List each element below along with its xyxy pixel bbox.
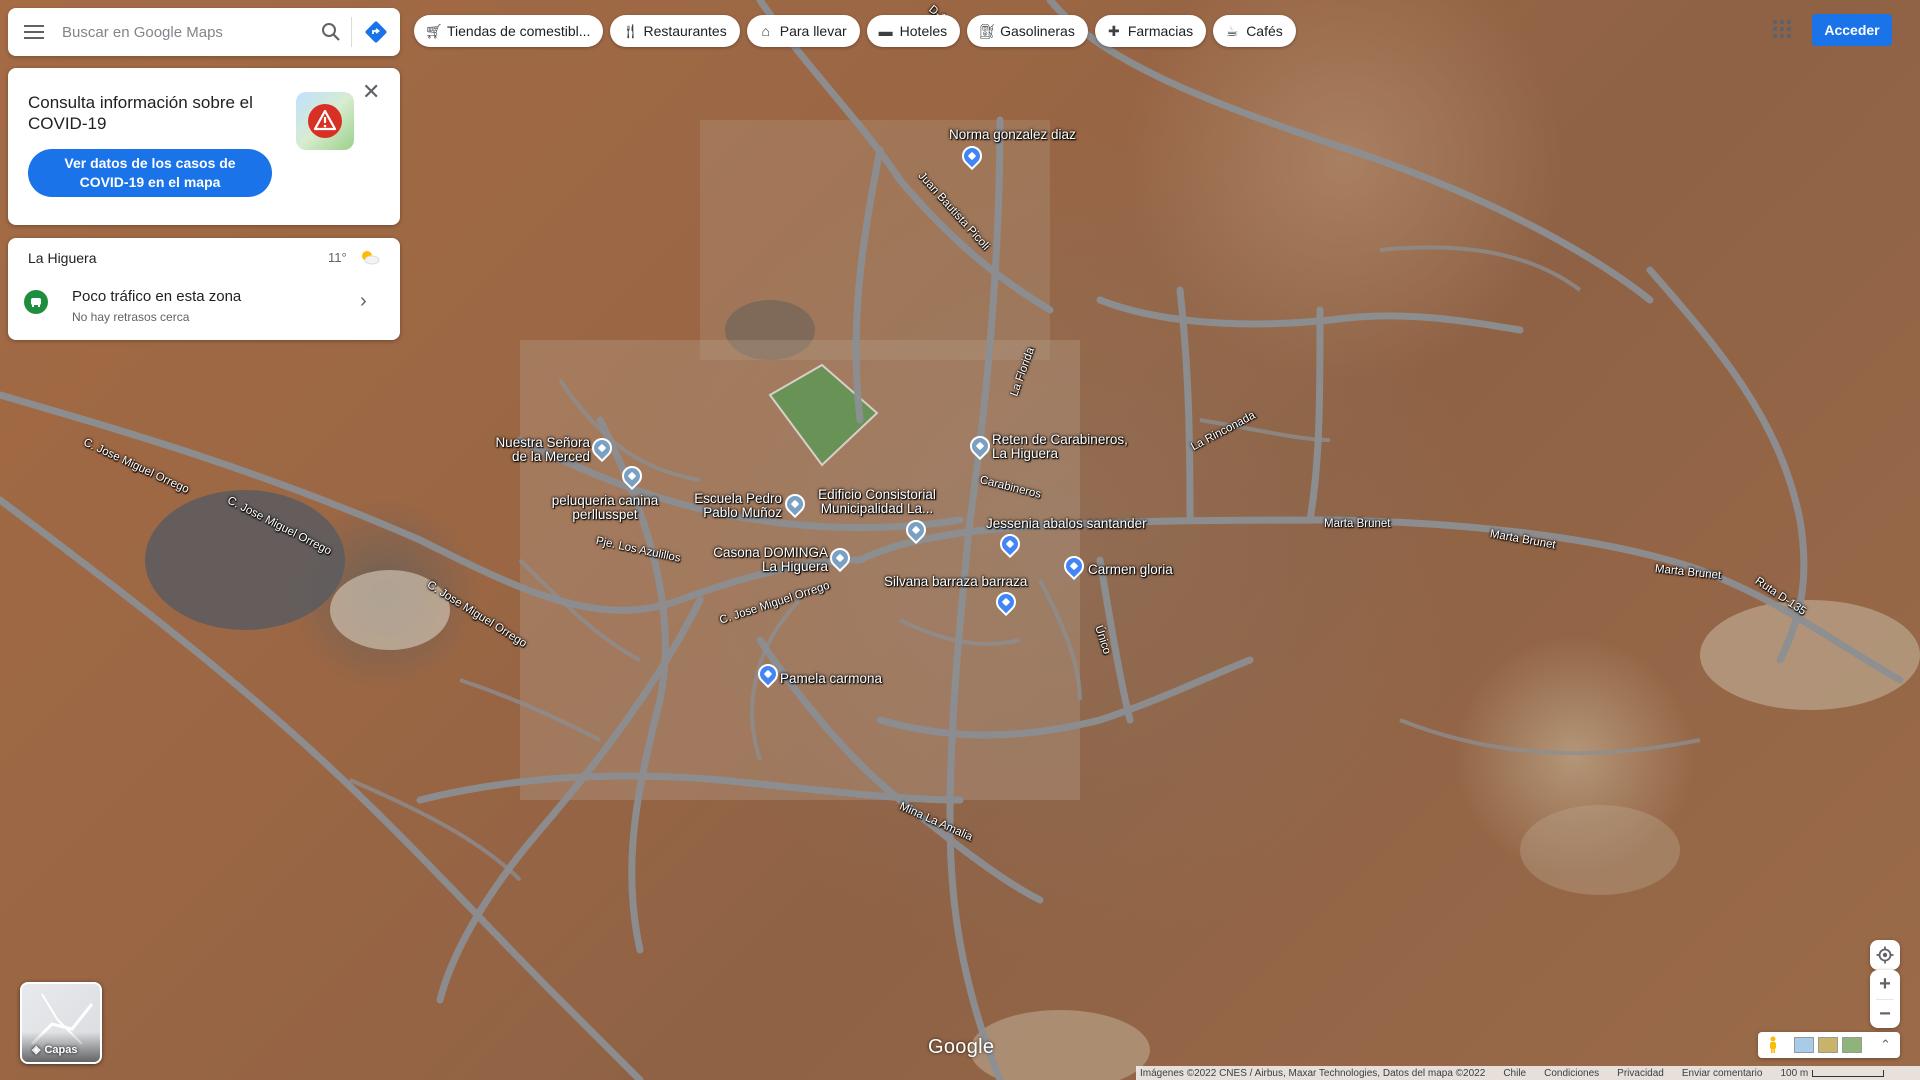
place-label[interactable]: Casona DOMINGA La Higuera [706,546,828,574]
traffic-status: Poco tráfico en esta zona [72,288,242,305]
directions-icon [365,21,387,43]
privacy-link[interactable]: Privacidad [1617,1068,1664,1079]
apps-grid-button[interactable] [1773,20,1791,38]
imagery-strip: ⌃ [1758,1032,1900,1058]
covid-card-title: Consulta información sobre el COVID-19 [28,93,253,133]
close-button[interactable]: ✕ [362,79,381,104]
layers-label: Capas [44,1043,78,1056]
warning-icon [308,104,342,138]
gas-station-icon: ⛽︎ [978,22,996,39]
chip-label: Restaurantes [643,23,727,39]
road-label: Marta Brunet [1324,518,1391,530]
imagery-thumbnail[interactable] [1794,1037,1814,1053]
pharmacy-icon: ✚ [1107,22,1120,39]
traffic-icon [24,290,48,314]
search-button[interactable] [311,8,351,56]
zoom-in-button[interactable]: + [1870,970,1900,999]
place-label[interactable]: Silvana barraza barraza [884,575,1027,589]
chip-gas-stations[interactable]: ⛽︎ Gasolineras [967,15,1088,47]
chip-label: Hoteles [899,23,948,39]
layers-icon: ◈ [32,1044,41,1056]
terms-link[interactable]: Condiciones [1544,1068,1599,1079]
chip-takeout[interactable]: ⌂ Para llevar [746,15,860,47]
my-location-button[interactable] [1870,940,1900,970]
chip-label: Para llevar [779,23,847,39]
map-footer: Imágenes ©2022 CNES / Airbus, Maxar Tech… [1136,1066,1920,1080]
category-chips: 🛒︎ Tiendas de comestibl... 🍴︎ Restaurant… [414,15,1296,47]
scale-label: 100 m [1780,1067,1809,1079]
location-name: La Higuera [28,250,97,266]
attribution-text: Imágenes ©2022 CNES / Airbus, Maxar Tech… [1140,1067,1486,1079]
chip-label: Gasolineras [1000,23,1075,39]
partly-cloudy-icon [362,251,380,265]
country-link[interactable]: Chile [1503,1068,1526,1079]
place-label[interactable]: Nuestra Señora de la Merced [488,436,590,464]
chip-pharmacies[interactable]: ✚ Farmacias [1094,15,1207,47]
search-input[interactable] [60,11,311,53]
covid-info-card: Consulta información sobre el COVID-19 ✕… [8,68,400,225]
place-label[interactable]: Escuela Pedro Pablo Muñoz [690,492,782,520]
chip-coffee[interactable]: ☕︎ Cafés [1213,15,1296,47]
sign-in-button[interactable]: Acceder [1812,14,1892,46]
restaurant-icon: 🍴︎ [621,22,640,39]
search-box [8,8,400,56]
place-label[interactable]: Reten de Carabineros, La Higuera [992,433,1142,461]
covid-data-button[interactable]: Ver datos de los casos de COVID-19 en el… [28,149,272,197]
place-label[interactable]: Carmen gloria [1088,563,1173,577]
google-logo: Google [928,1036,995,1058]
place-label[interactable]: Pamela carmona [780,672,882,686]
traffic-detail: No hay retrasos cerca [72,310,190,324]
feedback-link[interactable]: Enviar comentario [1682,1068,1763,1079]
place-label[interactable]: peluqueria canina perllusspet [542,494,668,522]
coffee-icon: ☕︎ [1225,22,1239,39]
place-label[interactable]: Edificio Consistorial Municipalidad La..… [812,488,942,516]
search-icon [322,23,340,41]
close-icon: ✕ [362,79,381,104]
imagery-thumbnail[interactable] [1818,1037,1838,1053]
imagery-thumbnail[interactable] [1842,1037,1862,1053]
menu-icon [24,25,44,39]
chevron-right-icon[interactable]: › [360,290,367,313]
menu-button[interactable] [8,8,60,56]
directions-button[interactable] [352,8,400,56]
temperature: 11° [328,250,347,265]
traffic-card[interactable]: La Higuera 11° Poco tráfico en esta zona… [8,238,400,340]
pegman-icon[interactable] [1768,1036,1778,1054]
chip-label: Tiendas de comestibl... [447,23,591,39]
my-location-icon [1876,946,1894,964]
hotel-icon: ▬ [878,23,893,39]
chip-hotels[interactable]: ▬ Hoteles [866,15,961,47]
chevron-up-icon[interactable]: ⌃ [1880,1037,1891,1053]
covid-illustration [296,92,354,150]
cart-icon: 🛒︎ [425,22,443,39]
chip-groceries[interactable]: 🛒︎ Tiendas de comestibl... [414,15,604,47]
zoom-out-button[interactable]: − [1870,1000,1900,1029]
layers-button[interactable]: ◈ Capas [20,982,102,1064]
takeout-icon: ⌂ [761,23,770,39]
scale-bar[interactable]: 100 m [1780,1067,1885,1079]
place-label[interactable]: Jessenia abalos santander [986,517,1147,531]
zoom-controls: + − [1870,970,1900,1028]
chip-label: Cafés [1246,23,1283,39]
chip-label: Farmacias [1127,23,1194,39]
place-label[interactable]: Norma gonzalez diaz [949,128,1076,142]
chip-restaurants[interactable]: 🍴︎ Restaurantes [610,15,740,47]
